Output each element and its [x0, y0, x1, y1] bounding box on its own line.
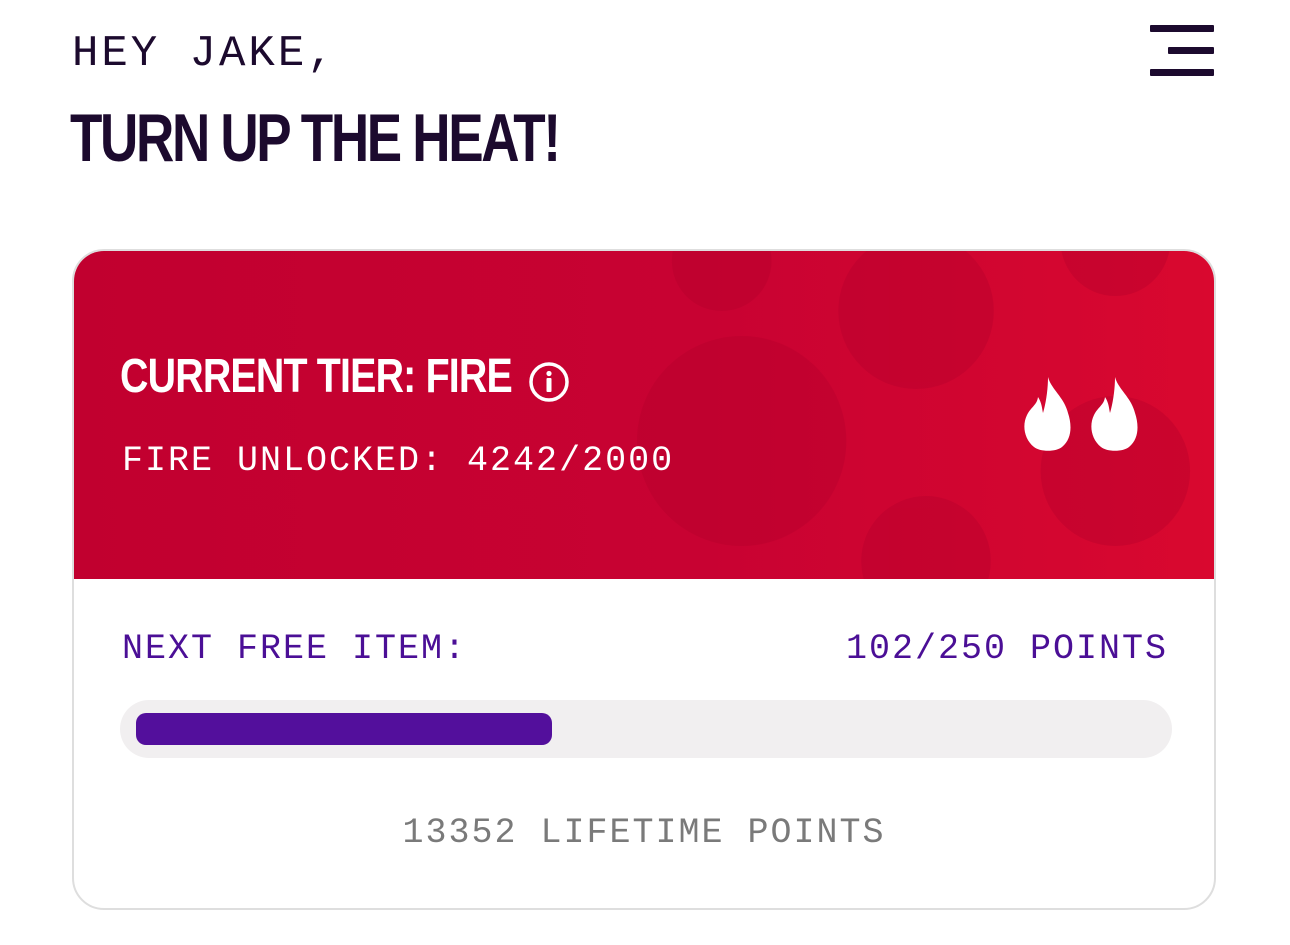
greeting-text: HEY JAKE,	[72, 29, 337, 79]
page-headline: TURN UP THE HEAT!	[70, 100, 561, 176]
menu-line-top	[1150, 25, 1214, 32]
next-free-item-points: 102/250 POINTS	[845, 629, 1168, 669]
hamburger-menu-icon[interactable]	[1146, 22, 1216, 82]
next-free-item-label: NEXT FREE ITEM:	[122, 629, 468, 669]
points-progress-fill	[136, 713, 552, 745]
points-progress-bar	[120, 700, 1172, 758]
lifetime-points: 13352 LIFETIME POINTS	[402, 813, 886, 853]
tier-panel: CURRENT TIER: FIRE FIRE UNLOCKED: 4242/2…	[74, 251, 1214, 579]
current-tier-title: CURRENT TIER: FIRE	[120, 350, 513, 403]
menu-line-bottom	[1150, 69, 1214, 76]
info-icon[interactable]	[528, 361, 570, 403]
double-flame-icon	[1024, 377, 1138, 451]
rewards-tier-card: CURRENT TIER: FIRE FIRE UNLOCKED: 4242/2…	[72, 249, 1216, 910]
menu-line-middle	[1168, 47, 1214, 54]
tier-unlock-progress: FIRE UNLOCKED: 4242/2000	[122, 441, 675, 481]
